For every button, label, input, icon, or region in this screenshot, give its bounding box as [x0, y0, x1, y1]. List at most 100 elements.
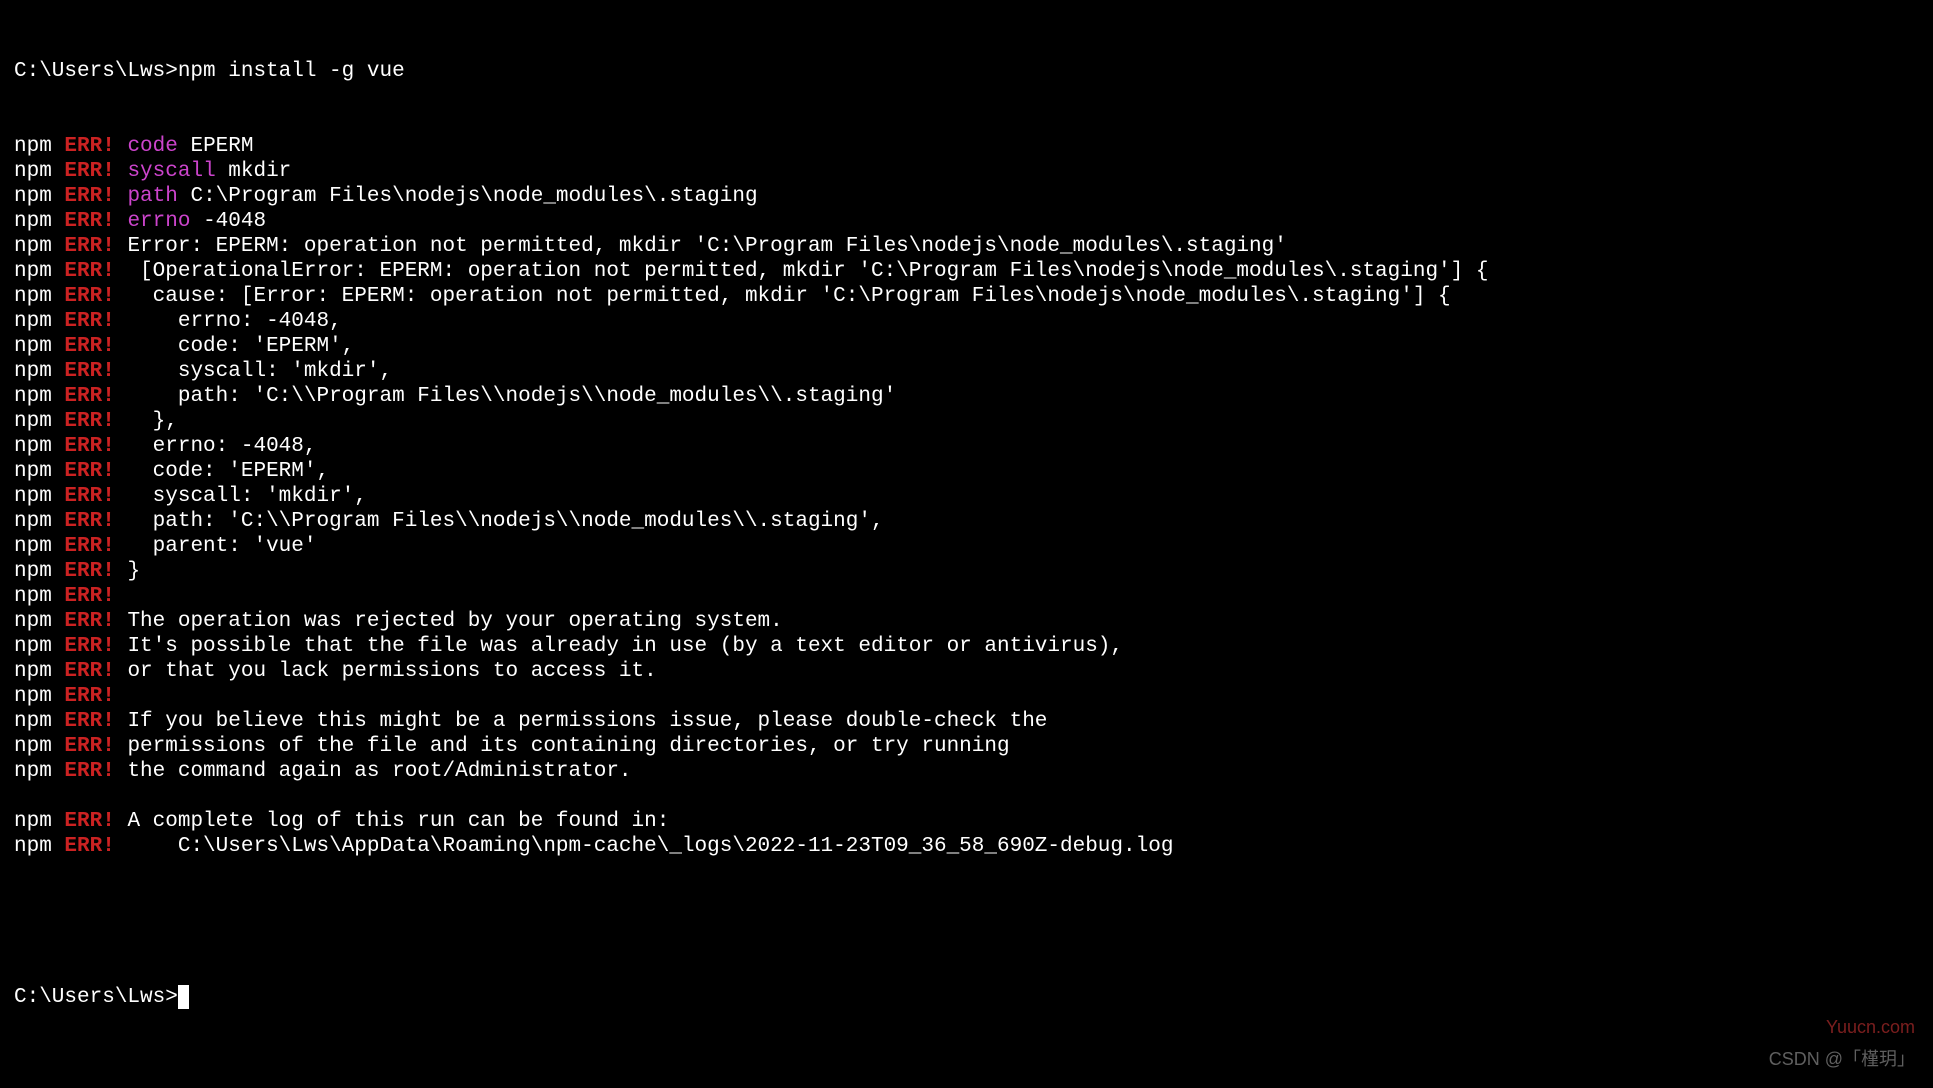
- output-text: [115, 135, 128, 158]
- output-text: C:\Users\Lws\AppData\Roaming\npm-cache\_…: [115, 835, 1174, 858]
- output-line: npm ERR! [OperationalError: EPERM: opera…: [14, 260, 1919, 285]
- terminal-output[interactable]: C:\Users\Lws> npm install -g vue npm ERR!…: [14, 10, 1919, 1036]
- error-label: ERR!: [64, 435, 114, 458]
- output-line: npm ERR! permissions of the file and its…: [14, 735, 1919, 760]
- output-line: npm ERR! If you believe this might be a …: [14, 710, 1919, 735]
- output-text: [52, 560, 65, 583]
- output-text: Error: EPERM: operation not permitted, m…: [115, 235, 1287, 258]
- output-line: npm ERR! errno -4048: [14, 210, 1919, 235]
- error-label: ERR!: [64, 635, 114, 658]
- watermark-csdn: CSDN @「槿玥」: [1769, 1049, 1915, 1070]
- output-text: [115, 185, 128, 208]
- blank-line: [14, 910, 1919, 935]
- output-line: npm ERR! path C:\Program Files\nodejs\no…: [14, 185, 1919, 210]
- error-label: ERR!: [64, 410, 114, 433]
- error-label: ERR!: [64, 660, 114, 683]
- output-line: npm ERR! code EPERM: [14, 135, 1919, 160]
- output-text: [52, 685, 65, 708]
- error-label: ERR!: [64, 385, 114, 408]
- output-line: npm ERR! syscall: 'mkdir',: [14, 360, 1919, 385]
- output-text: the command again as root/Administrator.: [115, 760, 632, 783]
- output-line: npm ERR! }: [14, 560, 1919, 585]
- npm-label: npm: [14, 660, 52, 683]
- output-line: npm ERR! errno: -4048,: [14, 435, 1919, 460]
- cursor-icon: [178, 985, 189, 1009]
- output-text: [52, 760, 65, 783]
- npm-label: npm: [14, 185, 52, 208]
- npm-label: npm: [14, 810, 52, 833]
- output-text: },: [115, 410, 178, 433]
- error-label: ERR!: [64, 760, 114, 783]
- npm-label: npm: [14, 435, 52, 458]
- output-text: }: [115, 560, 140, 583]
- error-label: ERR!: [64, 285, 114, 308]
- output-text: mkdir: [216, 160, 292, 183]
- npm-label: npm: [14, 285, 52, 308]
- output-text: [52, 510, 65, 533]
- output-line: npm ERR! cause: [Error: EPERM: operation…: [14, 285, 1919, 310]
- output-text: [52, 435, 65, 458]
- output-text: path: 'C:\\Program Files\\nodejs\\node_m…: [115, 385, 896, 408]
- output-text: syscall: 'mkdir',: [115, 360, 392, 383]
- error-label: ERR!: [64, 835, 114, 858]
- output-line: npm ERR! Error: EPERM: operation not per…: [14, 235, 1919, 260]
- output-line: npm ERR! A complete log of this run can …: [14, 810, 1919, 835]
- output-text: EPERM: [178, 135, 254, 158]
- error-label: ERR!: [64, 185, 114, 208]
- output-text: [52, 410, 65, 433]
- npm-label: npm: [14, 135, 52, 158]
- output-text: [52, 210, 65, 233]
- output-text: syscall: 'mkdir',: [115, 485, 367, 508]
- output-text: [52, 285, 65, 308]
- output-line: npm ERR! It's possible that the file was…: [14, 635, 1919, 660]
- error-label: ERR!: [64, 260, 114, 283]
- error-key: code: [127, 135, 177, 158]
- error-label: ERR!: [64, 585, 114, 608]
- output-text: [52, 235, 65, 258]
- error-label: ERR!: [64, 210, 114, 233]
- output-text: [52, 335, 65, 358]
- error-label: ERR!: [64, 510, 114, 533]
- output-line: npm ERR! or that you lack permissions to…: [14, 660, 1919, 685]
- output-line: [14, 785, 1919, 810]
- npm-label: npm: [14, 235, 52, 258]
- npm-label: npm: [14, 510, 52, 533]
- npm-label: npm: [14, 585, 52, 608]
- output-text: or that you lack permissions to access i…: [115, 660, 657, 683]
- error-label: ERR!: [64, 560, 114, 583]
- npm-label: npm: [14, 610, 52, 633]
- error-label: ERR!: [64, 135, 114, 158]
- output-text: path: 'C:\\Program Files\\nodejs\\node_m…: [115, 510, 884, 533]
- error-label: ERR!: [64, 485, 114, 508]
- npm-label: npm: [14, 835, 52, 858]
- output-text: A complete log of this run can be found …: [115, 810, 670, 833]
- output-line: npm ERR!: [14, 685, 1919, 710]
- output-text: [52, 185, 65, 208]
- error-key: path: [127, 185, 177, 208]
- output-line: npm ERR! },: [14, 410, 1919, 435]
- npm-label: npm: [14, 760, 52, 783]
- output-line: npm ERR! The operation was rejected by y…: [14, 610, 1919, 635]
- output-text: [52, 810, 65, 833]
- output-text: [52, 660, 65, 683]
- npm-label: npm: [14, 310, 52, 333]
- output-line: npm ERR! syscall mkdir: [14, 160, 1919, 185]
- output-line: npm ERR!: [14, 585, 1919, 610]
- output-text: C:\Program Files\nodejs\node_modules\.st…: [178, 185, 758, 208]
- prompt-line[interactable]: C:\Users\Lws>: [14, 985, 1919, 1011]
- output-text: [115, 160, 128, 183]
- npm-label: npm: [14, 485, 52, 508]
- error-label: ERR!: [64, 160, 114, 183]
- command-text: npm install -g vue: [178, 60, 405, 83]
- watermark-yuucn: Yuucn.com: [1826, 1017, 1915, 1038]
- output-text: parent: 'vue': [115, 535, 317, 558]
- error-label: ERR!: [64, 460, 114, 483]
- output-text: errno: -4048,: [115, 310, 342, 333]
- output-line: npm ERR! path: 'C:\\Program Files\\nodej…: [14, 510, 1919, 535]
- error-label: ERR!: [64, 710, 114, 733]
- npm-label: npm: [14, 260, 52, 283]
- prompt: C:\Users\Lws>: [14, 986, 178, 1009]
- output-text: [52, 385, 65, 408]
- output-text: [52, 160, 65, 183]
- output-text: [52, 585, 65, 608]
